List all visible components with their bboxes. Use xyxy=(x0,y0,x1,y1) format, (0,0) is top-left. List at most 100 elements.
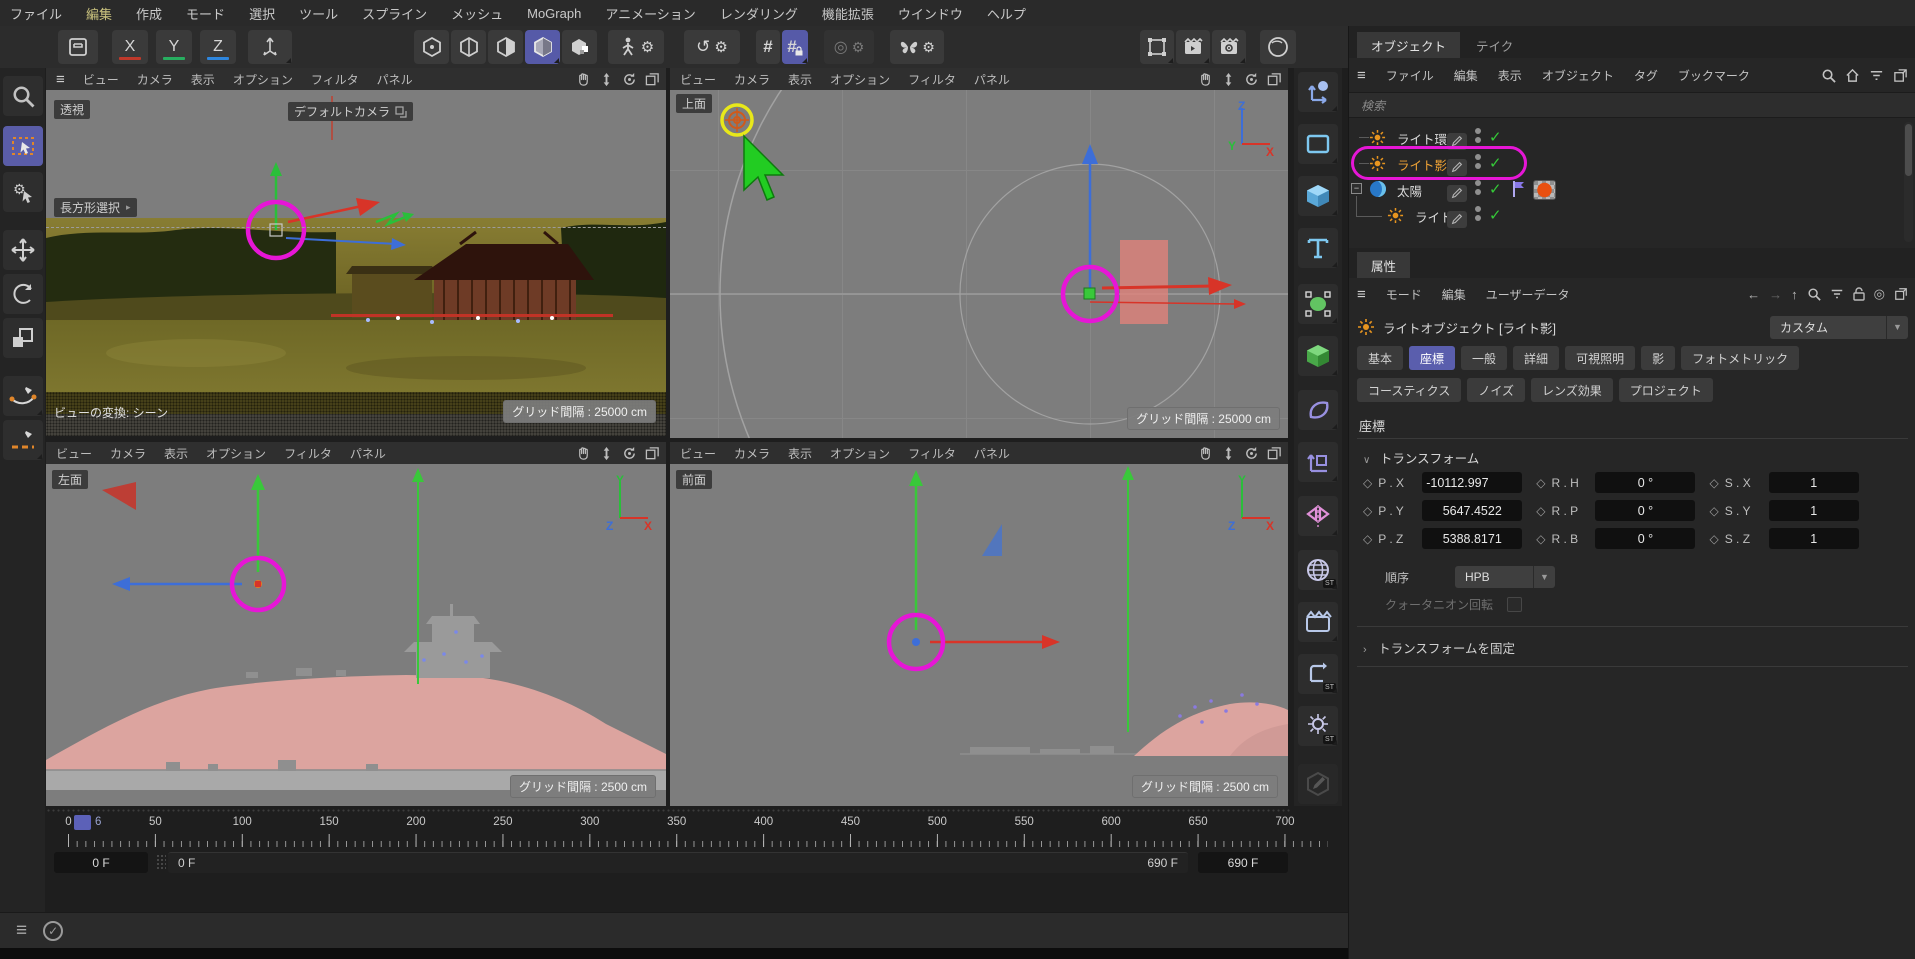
object-name[interactable]: 太陽 xyxy=(1397,181,1422,200)
vp-menu-options[interactable]: オプション xyxy=(206,445,266,462)
attribute-tab[interactable]: 影 xyxy=(1641,346,1675,370)
texture-tag[interactable] xyxy=(1533,180,1556,200)
object-tree-scrollbar[interactable] xyxy=(1904,122,1913,242)
rotate-settings-button[interactable]: ↺ ⚙ xyxy=(684,30,740,64)
status-burger-icon[interactable]: ≡ xyxy=(16,920,27,942)
up-arrow-icon[interactable]: ↑ xyxy=(1791,287,1798,302)
flag-tag-icon[interactable] xyxy=(1511,180,1527,198)
object-search-field[interactable]: 検索 xyxy=(1349,92,1915,118)
vp-menu-filter[interactable]: フィルタ xyxy=(284,445,332,462)
pan-hand-icon[interactable] xyxy=(1198,446,1213,461)
object-row-light[interactable]: ライト ✓ xyxy=(1349,204,1899,228)
viewport-top[interactable]: ビュー カメラ 表示 オプション フィルタ パネル 上面 xyxy=(670,68,1288,438)
spline-pen-tool[interactable] xyxy=(3,376,43,416)
menu-item[interactable]: 編集 xyxy=(86,4,112,23)
om-menu-file[interactable]: ファイル xyxy=(1386,67,1434,84)
vp-menu-filter[interactable]: フィルタ xyxy=(311,71,359,88)
rectangle-select-tool[interactable] xyxy=(3,126,43,166)
scene-start-field[interactable]: 0 F xyxy=(54,852,148,873)
menu-item[interactable]: アニメーション xyxy=(605,4,695,23)
attribute-tab[interactable]: 可視照明 xyxy=(1565,346,1635,370)
keyframe-diamond[interactable]: ◇ xyxy=(1536,504,1545,518)
search-icon[interactable] xyxy=(1821,68,1836,83)
enabled-check-icon[interactable]: ✓ xyxy=(1489,154,1502,172)
point-mode-button[interactable] xyxy=(451,30,486,64)
sx-field[interactable]: 1 xyxy=(1769,472,1859,493)
visibility-dots[interactable] xyxy=(1475,206,1481,221)
interactive-render-button[interactable] xyxy=(1260,30,1296,64)
enabled-check-icon[interactable]: ✓ xyxy=(1489,206,1502,224)
viewport-menu-burger[interactable]: ≡ xyxy=(56,71,65,88)
menu-item[interactable]: スプライン xyxy=(362,4,427,23)
attributes-tab[interactable]: 属性 xyxy=(1357,252,1410,278)
vp-menu-filter[interactable]: フィルタ xyxy=(908,71,956,88)
pencil-tool-disabled[interactable] xyxy=(1298,764,1338,804)
object-row-light-shadow[interactable]: ライト影 ✓ xyxy=(1349,152,1899,176)
rp-field[interactable]: 0 ° xyxy=(1595,500,1695,521)
orbit-icon[interactable] xyxy=(622,72,637,87)
zoom-icon[interactable] xyxy=(599,446,614,461)
spline-primitive-button[interactable] xyxy=(1298,124,1338,164)
timeline-grip[interactable] xyxy=(46,808,1290,813)
vp-menu-filter[interactable]: フィルタ xyxy=(908,445,956,462)
generator-button[interactable] xyxy=(1298,284,1338,324)
vp-menu-camera[interactable]: カメラ xyxy=(137,71,173,88)
grid-snap-button[interactable]: # xyxy=(782,30,808,64)
range-grip[interactable] xyxy=(156,854,166,871)
preset-dropdown[interactable]: カスタム ▼ xyxy=(1770,316,1908,339)
om-menu-view[interactable]: 表示 xyxy=(1498,67,1522,84)
scene-end-field[interactable]: 690 F xyxy=(1198,852,1288,873)
menu-item[interactable]: レンダリング xyxy=(720,4,798,23)
stage-button[interactable] xyxy=(1298,602,1338,642)
vp-menu-panel[interactable]: パネル xyxy=(377,71,413,88)
px-field[interactable]: -10112.997 xyxy=(1422,472,1522,493)
attr-menu-mode[interactable]: モード xyxy=(1386,286,1422,303)
keyframe-diamond[interactable]: ◇ xyxy=(1363,504,1372,518)
vp-menu-display[interactable]: 表示 xyxy=(191,71,215,88)
keyframe-diamond[interactable]: ◇ xyxy=(1363,532,1372,546)
vp-menu-options[interactable]: オプション xyxy=(830,445,890,462)
field-button[interactable] xyxy=(1298,390,1338,430)
scale-tool[interactable] xyxy=(3,318,43,358)
light-create-button[interactable]: ST xyxy=(1298,706,1338,746)
menu-item[interactable]: メッシュ xyxy=(451,4,503,23)
enabled-check-icon[interactable]: ✓ xyxy=(1489,128,1502,146)
motext-button[interactable] xyxy=(1298,228,1338,268)
attr-menu-userdata[interactable]: ユーザーデータ xyxy=(1486,286,1570,303)
z-axis-lock-button[interactable]: Z xyxy=(200,30,236,64)
attribute-tab[interactable]: 詳細 xyxy=(1513,346,1559,370)
pan-hand-icon[interactable] xyxy=(576,446,591,461)
attribute-tab[interactable]: コースティクス xyxy=(1357,378,1461,402)
vp-menu-display[interactable]: 表示 xyxy=(788,445,812,462)
transform-group-header[interactable]: ∨ トランスフォーム xyxy=(1363,448,1479,467)
zoom-icon[interactable] xyxy=(1221,72,1236,87)
attr-menu-edit[interactable]: 編集 xyxy=(1442,286,1466,303)
pan-hand-icon[interactable] xyxy=(1198,72,1213,87)
menu-item[interactable]: 機能拡張 xyxy=(822,4,874,23)
kinematics-settings-button[interactable]: ⚙ xyxy=(608,30,664,64)
axis-workplane-button[interactable] xyxy=(1298,72,1338,112)
sz-field[interactable]: 1 xyxy=(1769,528,1859,549)
target-disabled-button[interactable]: ◎ ⚙ xyxy=(824,30,874,64)
visibility-dots[interactable] xyxy=(1475,180,1481,195)
vp-menu-panel[interactable]: パネル xyxy=(974,445,1010,462)
vp-menu-display[interactable]: 表示 xyxy=(164,445,188,462)
render-region-button[interactable] xyxy=(1140,30,1174,64)
scrollbar-thumb[interactable] xyxy=(1905,124,1912,176)
vp-menu-display[interactable]: 表示 xyxy=(788,71,812,88)
manager-tab[interactable]: テイク xyxy=(1462,32,1527,58)
vp-menu-view[interactable]: ビュー xyxy=(56,445,92,462)
object-row-sun[interactable]: − 太陽 ✓ xyxy=(1349,178,1899,202)
menu-item[interactable]: ヘルプ xyxy=(987,4,1026,23)
render-settings-button[interactable] xyxy=(1212,30,1246,64)
enabled-check-icon[interactable]: ✓ xyxy=(1489,180,1502,198)
attribute-tab[interactable]: プロジェクト xyxy=(1619,378,1713,402)
vp-menu-camera[interactable]: カメラ xyxy=(734,445,770,462)
vp-menu-view[interactable]: ビュー xyxy=(680,71,716,88)
rotate-tool[interactable] xyxy=(3,274,43,314)
line-pen-tool[interactable] xyxy=(3,420,43,460)
popup-icon[interactable] xyxy=(1894,287,1908,301)
orbit-icon[interactable] xyxy=(622,446,637,461)
filter-icon[interactable] xyxy=(1869,68,1884,83)
viewport-left[interactable]: ビュー カメラ 表示 オプション フィルタ パネル 左面 xyxy=(46,442,666,806)
